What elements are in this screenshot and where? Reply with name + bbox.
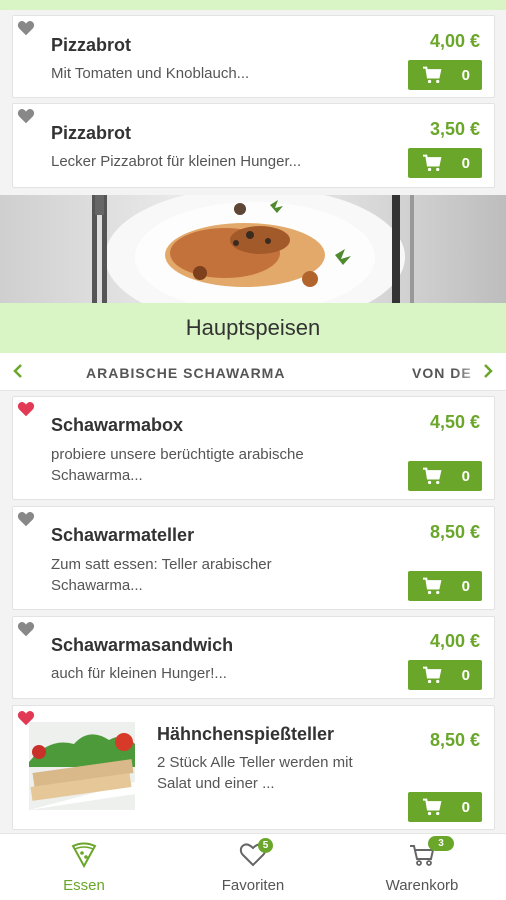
shopping-cart-icon — [423, 66, 442, 84]
top-strip — [0, 0, 506, 10]
cart-count: 0 — [461, 577, 470, 595]
item-description: probiere unsere berüchtigte arabische Sc… — [51, 444, 304, 486]
menu-item-card[interactable]: Hähnchenspießteller 2 Stück Alle Teller … — [12, 705, 495, 830]
menu-item-card[interactable]: Schawarmabox probiere unsere berüchtigte… — [12, 396, 495, 500]
menu-item-card[interactable]: Pizzabrot Mit Tomaten und Knoblauch... 4… — [12, 15, 495, 98]
favorite-heart-icon[interactable] — [17, 20, 35, 36]
nav-essen[interactable]: Essen — [24, 842, 144, 894]
favorite-heart-icon[interactable] — [17, 621, 35, 637]
cart-count: 0 — [461, 798, 470, 816]
shopping-cart-icon — [423, 154, 442, 172]
shopping-cart-icon — [423, 798, 442, 816]
favorite-heart-icon[interactable] — [17, 401, 35, 417]
menu-item-card[interactable]: Schawarmasandwich auch für kleinen Hunge… — [12, 616, 495, 699]
shopping-cart-icon: 3 — [408, 836, 454, 868]
section-title: Hauptspeisen — [0, 303, 506, 353]
item-image — [29, 722, 135, 810]
pizza-slice-icon — [70, 842, 98, 869]
item-name: Schawarmateller — [51, 525, 195, 545]
menu-item-card[interactable]: Pizzabrot Lecker Pizzabrot für kleinen H… — [12, 103, 495, 188]
item-description-line: Schawarma... — [51, 467, 143, 484]
item-description-line: Salat und einer ... — [157, 775, 275, 792]
cart-badge: 3 — [428, 836, 454, 851]
item-name: Schawarmabox — [51, 415, 184, 435]
item-description-line: 2 Stück Alle Teller werden mit — [157, 754, 353, 771]
item-description-line: Schawarma... — [51, 577, 143, 594]
cart-count: 0 — [461, 66, 470, 84]
cart-count: 0 — [461, 666, 470, 684]
add-to-cart-button[interactable]: 0 — [408, 660, 482, 690]
item-price: 3,50 € — [429, 119, 480, 139]
item-description: auch für kleinen Hunger!... — [51, 665, 227, 682]
item-description: 2 Stück Alle Teller werden mit Salat und… — [157, 752, 353, 794]
add-to-cart-button[interactable]: 0 — [408, 60, 482, 90]
shopping-cart-icon — [423, 467, 442, 485]
item-description-line: Zum satt essen: Teller arabischer — [51, 556, 272, 573]
nav-label: Favoriten — [221, 877, 285, 894]
item-name: Pizzabrot — [51, 123, 132, 143]
chevron-left-icon[interactable] — [10, 362, 26, 380]
favorite-heart-icon[interactable] — [17, 108, 35, 124]
cart-count: 0 — [461, 154, 470, 172]
add-to-cart-button[interactable]: 0 — [408, 148, 482, 178]
item-price: 4,50 € — [429, 412, 480, 432]
hero-food-image — [0, 195, 506, 303]
cart-count: 0 — [461, 467, 470, 485]
shopping-cart-icon — [423, 577, 442, 595]
menu-item-card[interactable]: Schawarmateller Zum satt essen: Teller a… — [12, 506, 495, 610]
chevron-right-icon[interactable] — [480, 362, 496, 380]
add-to-cart-button[interactable]: 0 — [408, 792, 482, 822]
item-description: Zum satt essen: Teller arabischer Schawa… — [51, 554, 272, 596]
favorites-badge: 5 — [258, 838, 273, 853]
item-price: 8,50 € — [429, 730, 480, 750]
add-to-cart-button[interactable]: 0 — [408, 461, 482, 491]
item-description-line: probiere unsere berüchtigte arabische — [51, 446, 304, 463]
heart-icon: 5 — [239, 838, 273, 868]
add-to-cart-button[interactable]: 0 — [408, 571, 482, 601]
tab-arabische-schawarma[interactable]: ARABISCHE SCHAWARMA — [86, 365, 285, 381]
nav-label: Warenkorb — [385, 877, 459, 894]
nav-label: Essen — [63, 877, 105, 894]
bottom-nav: Essen 5 Favoriten 3 Warenkorb — [0, 833, 506, 900]
item-price: 8,50 € — [429, 522, 480, 542]
nav-favoriten[interactable]: 5 Favoriten — [193, 838, 313, 894]
item-price: 4,00 € — [429, 631, 480, 651]
item-description: Lecker Pizzabrot für kleinen Hunger... — [51, 153, 302, 170]
item-name: Schawarmasandwich — [51, 635, 234, 655]
nav-warenkorb[interactable]: 3 Warenkorb — [362, 836, 482, 894]
favorite-heart-icon[interactable] — [17, 511, 35, 527]
item-price: 4,00 € — [429, 31, 480, 51]
shopping-cart-icon — [423, 666, 442, 684]
item-description: Mit Tomaten und Knoblauch... — [51, 65, 250, 82]
item-name: Pizzabrot — [51, 35, 132, 55]
category-tabs: ARABISCHE SCHAWARMA VON DE — [0, 353, 506, 391]
item-name: Hähnchenspießteller — [157, 724, 335, 744]
